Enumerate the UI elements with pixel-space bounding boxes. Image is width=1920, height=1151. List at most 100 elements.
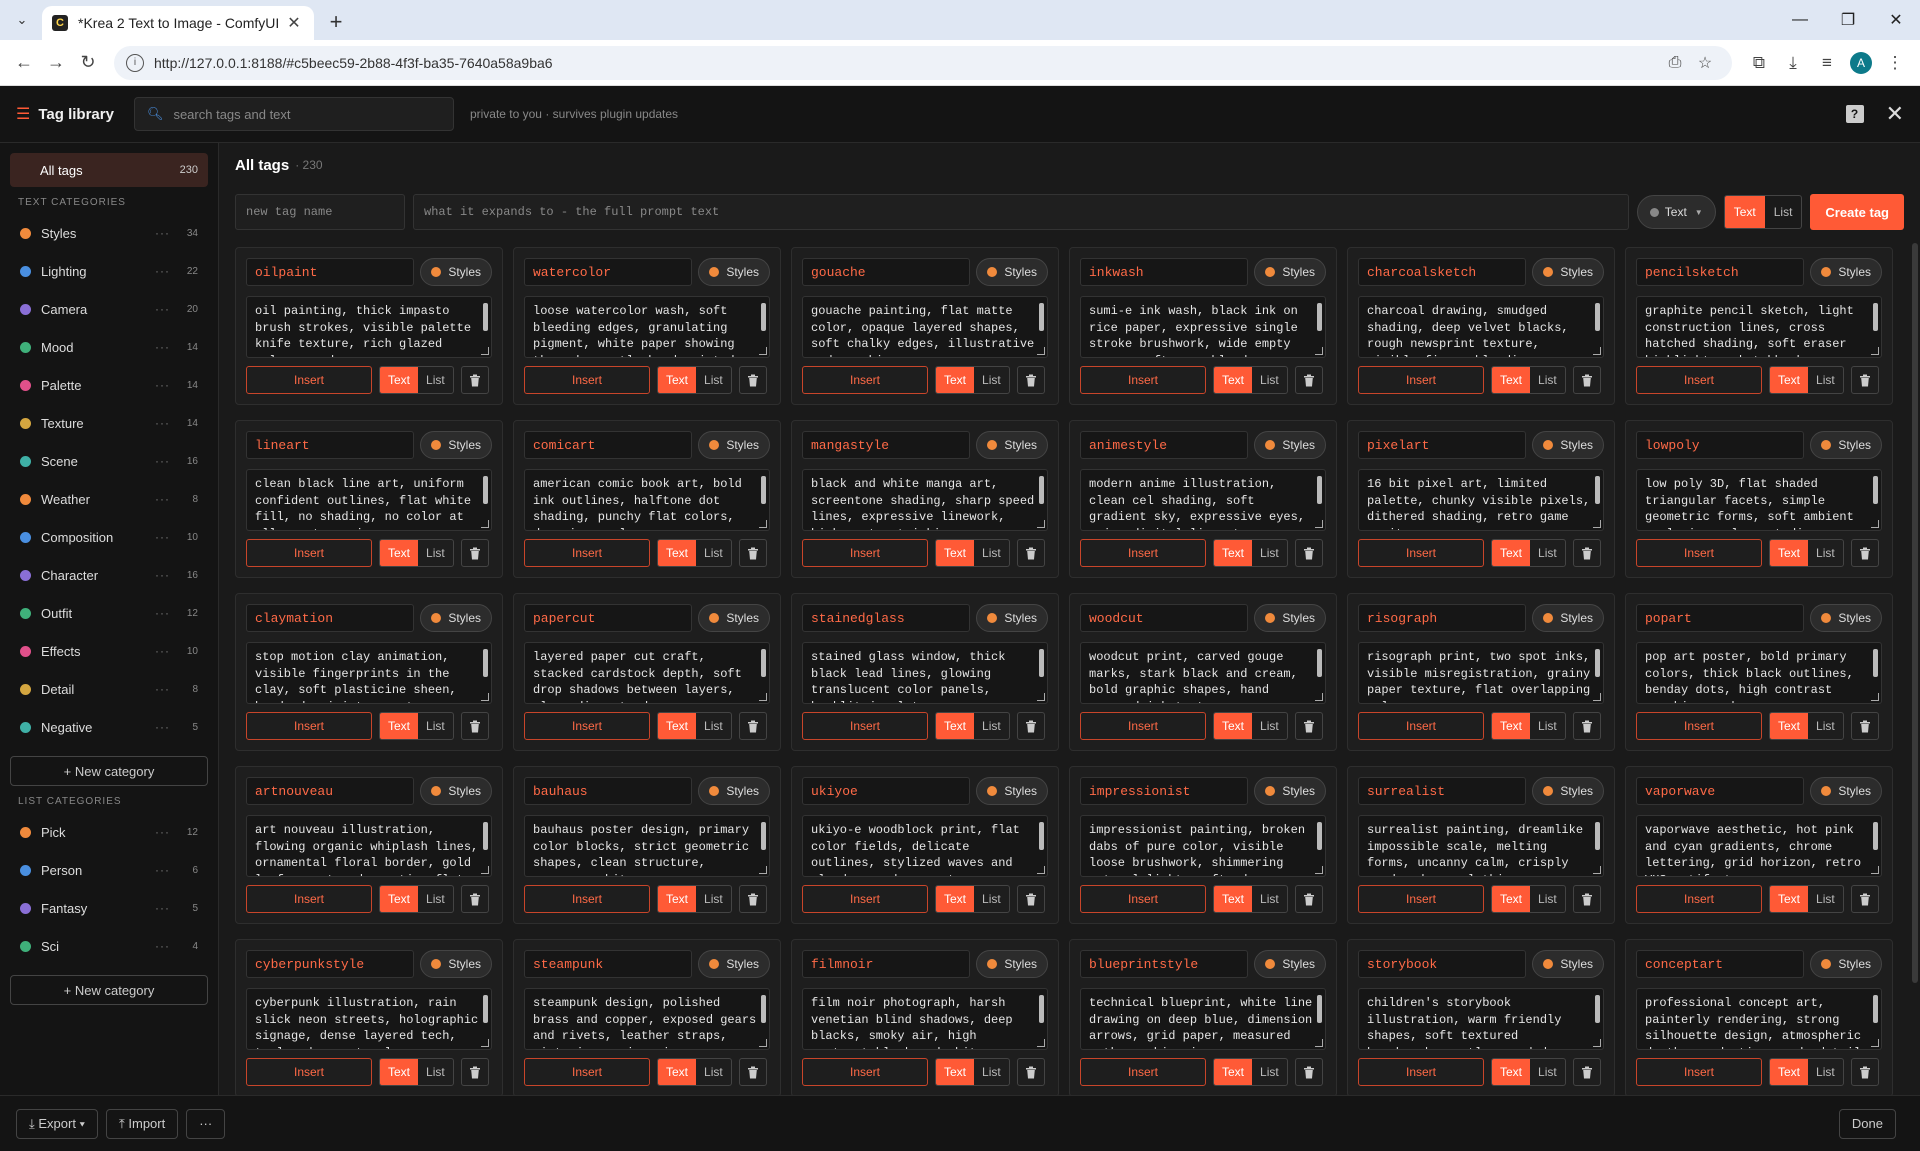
insert-button[interactable]: Insert — [802, 885, 928, 913]
delete-tag-button[interactable] — [738, 712, 767, 740]
back-icon[interactable]: ← — [8, 47, 40, 79]
tag-text-area[interactable]: stop motion clay animation, visible fing… — [246, 642, 492, 704]
tag-text-area[interactable]: film noir photograph, harsh venetian bli… — [802, 988, 1048, 1050]
sidebar-category-pick[interactable]: Pick ··· 12 — [10, 813, 208, 851]
minimize-icon[interactable]: — — [1776, 0, 1824, 40]
tag-name-field[interactable]: bauhaus — [524, 777, 693, 805]
type-list-option[interactable]: List — [1808, 1059, 1843, 1085]
delete-tag-button[interactable] — [738, 1058, 767, 1086]
sidebar-category-composition[interactable]: Composition ··· 10 — [10, 518, 208, 556]
resize-handle-icon[interactable] — [1593, 347, 1601, 355]
tag-category-select[interactable]: Styles — [976, 604, 1048, 632]
resize-handle-icon[interactable] — [1593, 693, 1601, 701]
tag-text-area[interactable]: clean black line art, uniform confident … — [246, 469, 492, 531]
type-text-option[interactable]: Text — [1214, 367, 1253, 393]
type-text-option[interactable]: Text — [658, 367, 697, 393]
sidebar-category-styles[interactable]: Styles ··· 34 — [10, 214, 208, 252]
type-text-option[interactable]: Text — [658, 713, 697, 739]
type-text-option[interactable]: Text — [936, 540, 975, 566]
textarea-scrollbar[interactable] — [1595, 822, 1600, 850]
sidebar-category-negative[interactable]: Negative ··· 5 — [10, 708, 208, 746]
resize-handle-icon[interactable] — [1871, 693, 1879, 701]
category-more-icon[interactable]: ··· — [155, 720, 170, 734]
type-text-option[interactable]: Text — [1214, 886, 1253, 912]
tag-category-select[interactable]: Styles — [1254, 258, 1326, 286]
category-more-icon[interactable]: ··· — [155, 416, 170, 430]
extensions-icon[interactable]: ⧉ — [1742, 47, 1776, 79]
tag-name-field[interactable]: lineart — [246, 431, 415, 459]
sidebar-category-texture[interactable]: Texture ··· 14 — [10, 404, 208, 442]
sidebar-category-camera[interactable]: Camera ··· 20 — [10, 290, 208, 328]
delete-tag-button[interactable] — [460, 366, 489, 394]
insert-button[interactable]: Insert — [1358, 712, 1484, 740]
resize-handle-icon[interactable] — [759, 1039, 767, 1047]
insert-button[interactable]: Insert — [1636, 539, 1762, 567]
delete-tag-button[interactable] — [460, 539, 489, 567]
sidebar-category-effects[interactable]: Effects ··· 10 — [10, 632, 208, 670]
tag-name-field[interactable]: gouache — [802, 258, 971, 286]
tag-name-field[interactable]: filmnoir — [802, 950, 971, 978]
tag-name-field[interactable]: comicart — [524, 431, 693, 459]
tag-text-area[interactable]: steampunk design, polished brass and cop… — [524, 988, 770, 1050]
resize-handle-icon[interactable] — [1315, 1039, 1323, 1047]
delete-tag-button[interactable] — [1294, 539, 1323, 567]
tag-name-field[interactable]: ukiyoe — [802, 777, 971, 805]
delete-tag-button[interactable] — [1294, 885, 1323, 913]
browser-tab[interactable]: C *Krea 2 Text to Image - ComfyUI ✕ — [42, 6, 314, 40]
delete-tag-button[interactable] — [1294, 1058, 1323, 1086]
category-more-icon[interactable]: ··· — [155, 901, 170, 915]
resize-handle-icon[interactable] — [1871, 866, 1879, 874]
create-tag-button[interactable]: Create tag — [1810, 194, 1904, 230]
type-text-option[interactable]: Text — [380, 1059, 419, 1085]
resize-handle-icon[interactable] — [481, 693, 489, 701]
textarea-scrollbar[interactable] — [761, 995, 766, 1023]
type-list-option[interactable]: List — [1808, 713, 1843, 739]
restore-icon[interactable]: ❐ — [1824, 0, 1872, 40]
type-list-option[interactable]: List — [1252, 1059, 1287, 1085]
tag-text-area[interactable]: american comic book art, bold ink outlin… — [524, 469, 770, 531]
textarea-scrollbar[interactable] — [1873, 649, 1878, 677]
resize-handle-icon[interactable] — [1037, 693, 1045, 701]
textarea-scrollbar[interactable] — [1317, 649, 1322, 677]
resize-handle-icon[interactable] — [481, 347, 489, 355]
resize-handle-icon[interactable] — [481, 1039, 489, 1047]
category-more-icon[interactable]: ··· — [155, 682, 170, 696]
category-more-icon[interactable]: ··· — [155, 454, 170, 468]
resize-handle-icon[interactable] — [759, 866, 767, 874]
textarea-scrollbar[interactable] — [1039, 649, 1044, 677]
tag-name-field[interactable]: pencilsketch — [1636, 258, 1805, 286]
type-text-option[interactable]: Text — [380, 886, 419, 912]
textarea-scrollbar[interactable] — [1317, 995, 1322, 1023]
type-list-option[interactable]: List — [974, 367, 1009, 393]
textarea-scrollbar[interactable] — [1873, 995, 1878, 1023]
category-more-icon[interactable]: ··· — [155, 568, 170, 582]
delete-tag-button[interactable] — [460, 885, 489, 913]
tag-text-area[interactable]: technical blueprint, white line drawing … — [1080, 988, 1326, 1050]
insert-button[interactable]: Insert — [246, 366, 372, 394]
done-button[interactable]: Done — [1838, 1108, 1896, 1139]
insert-button[interactable]: Insert — [1636, 885, 1762, 913]
type-text-option[interactable]: Text — [1770, 886, 1809, 912]
tag-text-area[interactable]: surrealist painting, dreamlike impossibl… — [1358, 815, 1604, 877]
profile-avatar[interactable]: A — [1850, 51, 1872, 74]
tag-category-select[interactable]: Styles — [420, 777, 492, 805]
type-list-option[interactable]: List — [418, 540, 453, 566]
tag-text-area[interactable]: gouache painting, flat matte color, opaq… — [802, 296, 1048, 358]
insert-button[interactable]: Insert — [802, 539, 928, 567]
type-text-option[interactable]: Text — [1214, 540, 1253, 566]
type-list-option[interactable]: List — [1530, 886, 1565, 912]
tag-name-field[interactable]: woodcut — [1080, 604, 1249, 632]
insert-button[interactable]: Insert — [524, 539, 650, 567]
tag-text-area[interactable]: charcoal drawing, smudged shading, deep … — [1358, 296, 1604, 358]
category-more-icon[interactable]: ··· — [155, 530, 170, 544]
tag-category-select[interactable]: Styles — [1532, 604, 1604, 632]
tag-text-area[interactable]: risograph print, two spot inks, visible … — [1358, 642, 1604, 704]
textarea-scrollbar[interactable] — [1595, 476, 1600, 504]
insert-button[interactable]: Insert — [1636, 712, 1762, 740]
tag-name-field[interactable]: risograph — [1358, 604, 1527, 632]
insert-button[interactable]: Insert — [1080, 1058, 1206, 1086]
type-list-option[interactable]: List — [696, 540, 731, 566]
insert-button[interactable]: Insert — [524, 366, 650, 394]
type-list-option[interactable]: List — [1530, 1059, 1565, 1085]
type-text-option[interactable]: Text — [380, 540, 419, 566]
